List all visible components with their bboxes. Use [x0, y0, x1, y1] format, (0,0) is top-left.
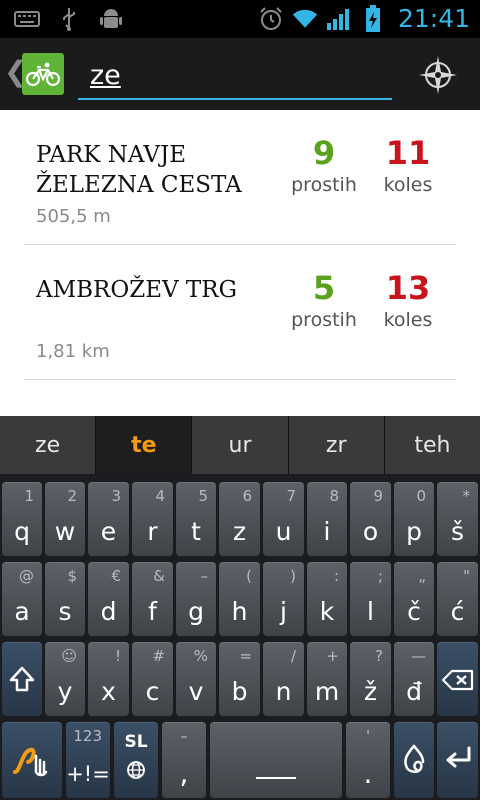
key-k[interactable]: :k [307, 562, 347, 636]
language-code: SL [124, 732, 148, 752]
key-m[interactable]: + m [307, 642, 347, 716]
key-q[interactable]: 1q [2, 482, 42, 556]
free-slots-label: prostih [291, 174, 357, 196]
dragon-voice-key[interactable] [394, 722, 434, 798]
search-input[interactable] [90, 58, 380, 92]
key-e[interactable]: 3e [88, 482, 129, 556]
clock: 21:41 [397, 4, 470, 33]
key-x[interactable]: ! x [88, 642, 129, 716]
bicycle-icon[interactable] [22, 53, 64, 95]
key-f[interactable]: & f [132, 562, 173, 636]
key-l[interactable]: ; l [350, 562, 391, 636]
key-n[interactable]: / n [263, 642, 304, 716]
alarm-icon [258, 6, 284, 32]
language-key[interactable]: SL [114, 722, 158, 798]
key-c-acute[interactable]: " ć [437, 562, 478, 636]
globe-icon [127, 761, 145, 779]
key-s[interactable]: $ s [45, 562, 85, 636]
key-g[interactable]: – g [176, 562, 216, 636]
status-bar: 21:41 [0, 0, 480, 38]
key-s-caron[interactable]: * š [437, 482, 478, 556]
key-c[interactable]: # c [132, 642, 173, 716]
free-slots-label: prostih [291, 309, 357, 331]
keyboard: 1q 2w 3e 4r 5t 6z 7u 8i 9o 0p * š @ a $ s €… [0, 474, 480, 800]
search-field-container [78, 48, 392, 100]
shift-arrow-icon [9, 666, 35, 692]
key-a[interactable]: @ a [2, 562, 42, 636]
key-t[interactable]: 5t [176, 482, 216, 556]
list-item[interactable]: PARK NAVJE ŽELEZNA CESTA 505,5 m 9 prost… [24, 110, 456, 245]
station-name: PARK NAVJE ŽELEZNA CESTA [36, 142, 242, 198]
suggestion-item[interactable]: ur [192, 416, 289, 474]
suggestion-item[interactable]: ze [0, 416, 97, 474]
key-d[interactable]: € d [88, 562, 129, 636]
key-i[interactable]: 8i [307, 482, 347, 556]
free-slots-count: 5 [312, 269, 336, 307]
dragon-icon [404, 744, 425, 773]
bikes-available: 13 koles [368, 269, 448, 333]
key-z-caron[interactable]: ? ž [350, 642, 391, 716]
bikes-count: 11 [385, 134, 431, 172]
suggestion-item[interactable]: zr [288, 416, 385, 474]
action-bar: ❮ [0, 38, 480, 110]
symbols-key[interactable]: 123 +!= [66, 722, 110, 798]
key-j[interactable]: ) j [263, 562, 304, 636]
free-slots: 5 prostih [284, 269, 364, 333]
bikes-available: 11 koles [368, 134, 448, 198]
usb-icon [56, 6, 82, 32]
key-p[interactable]: 0p [394, 482, 434, 556]
list-item[interactable]: AMBROŽEV TRG 1,81 km 5 prostih 13 koles [24, 245, 456, 380]
enter-key[interactable] [437, 722, 478, 798]
comma-key[interactable]: –, [162, 722, 206, 798]
key-y[interactable]: ☺ y [45, 642, 85, 716]
android-debug-icon [98, 6, 124, 32]
wifi-icon [292, 6, 318, 32]
key-c-caron[interactable]: „ č [394, 562, 434, 636]
bikes-label: koles [383, 309, 433, 331]
key-w[interactable]: 2w [45, 482, 85, 556]
bikes-label: koles [383, 174, 433, 196]
key-h[interactable]: (h [219, 562, 260, 636]
suggestion-item[interactable]: te [96, 416, 193, 474]
space-bar-icon [256, 777, 296, 779]
period-key[interactable]: '. [346, 722, 390, 798]
signal-icon [326, 6, 352, 32]
backspace-key[interactable] [437, 642, 478, 716]
suggestion-item[interactable]: teh [384, 416, 480, 474]
compass-icon[interactable] [418, 55, 458, 95]
key-b[interactable]: = b [219, 642, 260, 716]
station-list: PARK NAVJE ŽELEZNA CESTA 505,5 m 9 prost… [0, 110, 480, 416]
free-slots-count: 9 [312, 134, 336, 172]
key-r[interactable]: 4r [132, 482, 173, 556]
station-name: AMBROŽEV TRG [36, 277, 237, 303]
key-o[interactable]: 9o [350, 482, 391, 556]
backspace-icon [442, 669, 474, 691]
suggestion-strip: ze te ur zr teh [0, 416, 480, 474]
key-z[interactable]: 6z [219, 482, 260, 556]
key-v[interactable]: % v [176, 642, 216, 716]
swype-key[interactable] [2, 722, 62, 798]
swype-icon [13, 747, 48, 777]
battery-charging-icon [360, 4, 386, 32]
bikes-count: 13 [385, 269, 431, 307]
station-distance: 1,81 km [36, 341, 110, 362]
keyboard-icon [14, 6, 40, 32]
free-slots: 9 prostih [284, 134, 364, 198]
key-u[interactable]: 7u [263, 482, 304, 556]
space-key[interactable] [210, 722, 342, 798]
shift-key[interactable] [2, 642, 42, 716]
enter-icon [446, 746, 471, 768]
station-distance: 505,5 m [36, 206, 111, 227]
key-d-stroke[interactable]: — đ [394, 642, 434, 716]
